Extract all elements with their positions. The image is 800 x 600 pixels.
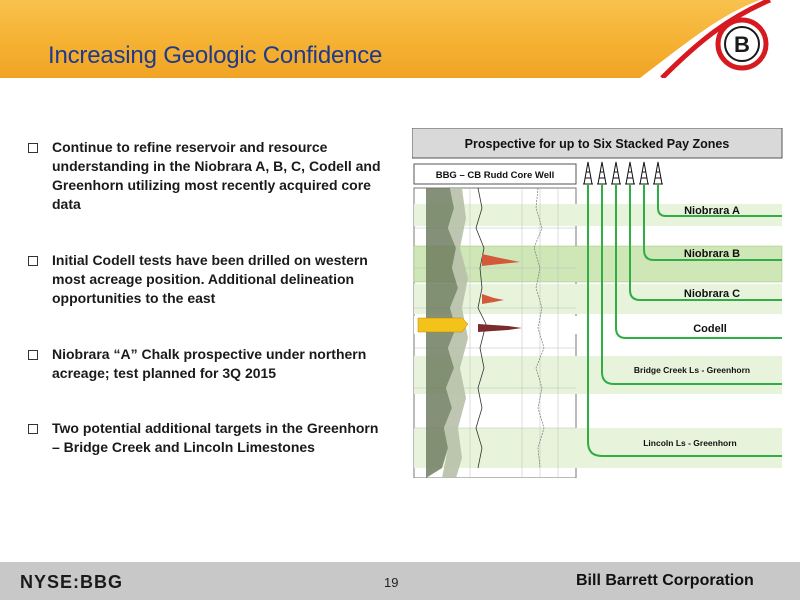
zone-label: Niobrara B [684,248,740,260]
bullet-item: Two potential additional targets in the … [28,419,388,457]
zone-label: Bridge Creek Ls - Greenhorn [634,365,750,375]
checkbox-bullet-icon [28,350,38,360]
derrick-icons [583,161,663,185]
slide-title: Increasing Geologic Confidence [48,42,383,69]
oil-derrick-icon [639,161,649,185]
well-label: BBG – CB Rudd Core Well [436,170,555,181]
bullet-item: Niobrara “A” Chalk prospective under nor… [28,345,388,383]
page-number: 19 [384,575,399,590]
zone-label: Niobrara C [684,288,740,300]
bullet-item: Initial Codell tests have been drilled o… [28,251,388,308]
oil-derrick-icon [611,161,621,185]
slide-footer: NYSE:BBG 19 Bill Barrett Corporation [0,562,800,600]
oil-derrick-icon [583,161,593,185]
bullet-item: Continue to refine reservoir and resourc… [28,138,388,214]
well-path-niobrara-c [629,184,782,301]
checkbox-bullet-icon [28,256,38,266]
zone-band-lincoln [414,428,782,468]
oil-derrick-icon [625,161,635,185]
zone-band-bridge-creek [414,356,782,394]
codell-sand-highlight [417,317,469,333]
ticker-symbol: NYSE:BBG [20,572,124,592]
zone-label: Lincoln Ls - Greenhorn [643,438,737,448]
company-name: Bill Barrett Corporation [576,572,754,589]
stacked-pay-zones-figure: Prospective for up to Six Stacked Pay Zo… [412,128,783,478]
zone-label: Codell [693,323,727,335]
checkbox-bullet-icon [28,424,38,434]
checkbox-bullet-icon [28,143,38,153]
logo-letter: B [734,32,750,57]
zone-label: Niobrara A [684,205,740,217]
banner-text: Prospective for up to Six Stacked Pay Zo… [465,137,730,151]
oil-derrick-icon [653,161,663,185]
oil-derrick-icon [597,161,607,185]
company-logo: B [715,17,769,71]
